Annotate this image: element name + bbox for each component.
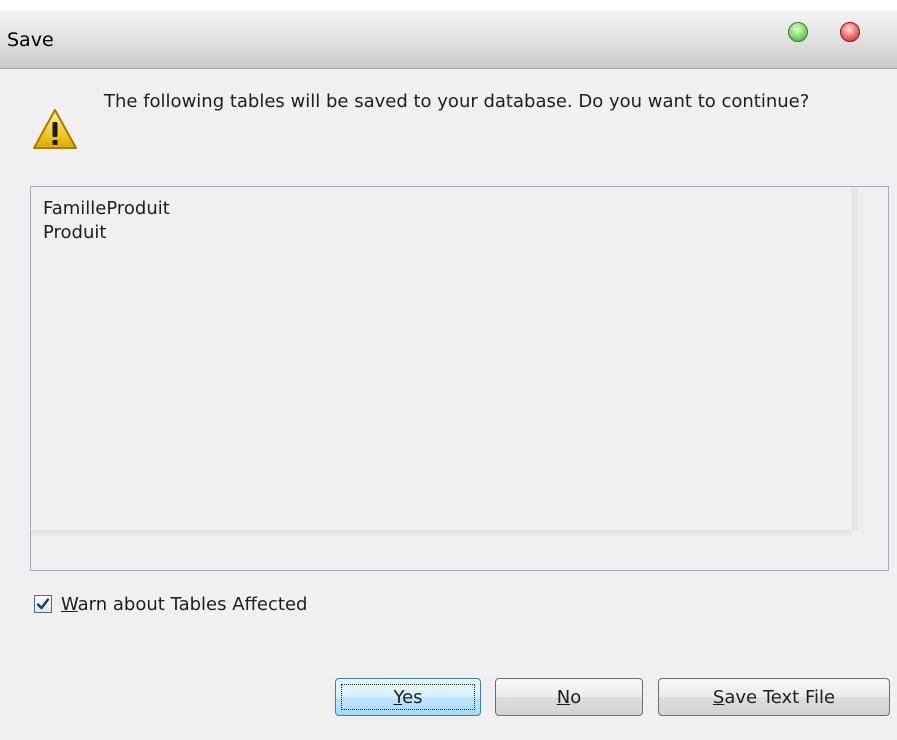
tables-list: FamilleProduit Produit bbox=[43, 197, 170, 245]
window-top-gap bbox=[0, 0, 897, 11]
no-button[interactable]: No bbox=[495, 678, 643, 716]
scrollbar-corner bbox=[852, 530, 888, 570]
warn-tables-checkbox[interactable] bbox=[34, 595, 52, 613]
title-bar[interactable]: Save bbox=[0, 11, 897, 69]
save-dialog: Save The following tables will be saved … bbox=[0, 0, 897, 740]
list-item[interactable]: Produit bbox=[43, 221, 170, 245]
vertical-scrollbar-edge bbox=[853, 187, 858, 530]
list-item[interactable]: FamilleProduit bbox=[43, 197, 170, 221]
vertical-scrollbar[interactable] bbox=[852, 187, 888, 530]
yes-button-label: Yes bbox=[393, 686, 423, 708]
checkmark-icon bbox=[36, 598, 50, 610]
tables-listbox[interactable]: FamilleProduit Produit bbox=[30, 186, 889, 571]
warn-tables-checkbox-row[interactable]: Warn about Tables Affected bbox=[34, 592, 307, 616]
horizontal-scrollbar[interactable] bbox=[31, 530, 852, 570]
close-button[interactable] bbox=[840, 22, 860, 42]
horizontal-scrollbar-edge bbox=[31, 531, 852, 536]
window-title: Save bbox=[7, 29, 54, 51]
maximize-button[interactable] bbox=[788, 22, 808, 42]
warning-icon bbox=[33, 109, 77, 149]
yes-button[interactable]: Yes bbox=[335, 678, 481, 716]
no-button-label: No bbox=[556, 686, 582, 708]
save-text-file-button[interactable]: Save Text File bbox=[658, 678, 890, 716]
save-text-file-button-label: Save Text File bbox=[712, 686, 836, 708]
warn-tables-label: Warn about Tables Affected bbox=[61, 593, 308, 615]
confirmation-message: The following tables will be saved to yo… bbox=[104, 91, 810, 112]
